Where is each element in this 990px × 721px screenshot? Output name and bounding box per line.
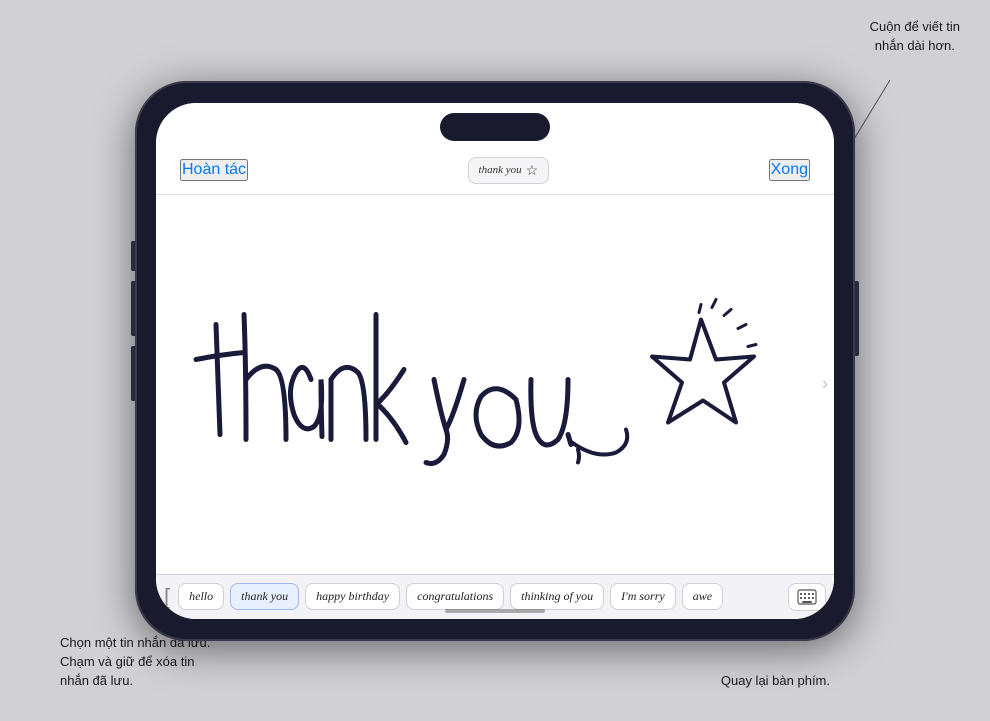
chip-thinking-of-you[interactable]: thinking of you (510, 583, 604, 610)
chip-hello[interactable]: hello (178, 583, 224, 610)
volume-down-button (131, 346, 135, 401)
phone-screen: Hoàn tác thank you ☆ Xong (156, 103, 834, 619)
phone-frame: Hoàn tác thank you ☆ Xong (135, 81, 855, 641)
callout-saved: Chọn một tin nhắn đã lưu.Chạm và giữ để … (60, 634, 210, 691)
scene: Cuộn để viết tinnhắn dài hơn. Chọn một t… (0, 0, 990, 721)
keyboard-icon (797, 589, 817, 605)
preview-text: thank you (479, 164, 522, 176)
saved-messages-row: [ hello thank you happy birthday congrat… (164, 583, 826, 611)
handwriting-canvas[interactable]: › (156, 194, 834, 574)
chip-happy-birthday[interactable]: happy birthday (305, 583, 400, 610)
chip-thank-you[interactable]: thank you (230, 583, 299, 610)
preview-star-icon: ☆ (526, 162, 539, 179)
volume-up-button (131, 281, 135, 336)
preview-thumbnail: thank you ☆ (468, 157, 550, 184)
chevron-right-icon[interactable]: › (822, 374, 828, 395)
chip-awe[interactable]: awe (682, 583, 723, 610)
dynamic-island (440, 113, 550, 141)
undo-button[interactable]: Hoàn tác (180, 159, 248, 181)
keyboard-toggle-button[interactable] (788, 583, 826, 611)
callout-keyboard: Quay lại bàn phím. (721, 672, 830, 691)
power-button (855, 281, 859, 356)
handwriting-svg (156, 195, 834, 574)
done-button[interactable]: Xong (769, 159, 810, 181)
mute-button (131, 241, 135, 271)
tray-bracket: [ (164, 584, 170, 610)
home-indicator (445, 609, 545, 613)
chip-im-sorry[interactable]: I'm sorry (610, 583, 676, 610)
callout-scroll: Cuộn để viết tinnhắn dài hơn. (870, 18, 960, 56)
chip-congratulations[interactable]: congratulations (406, 583, 504, 610)
